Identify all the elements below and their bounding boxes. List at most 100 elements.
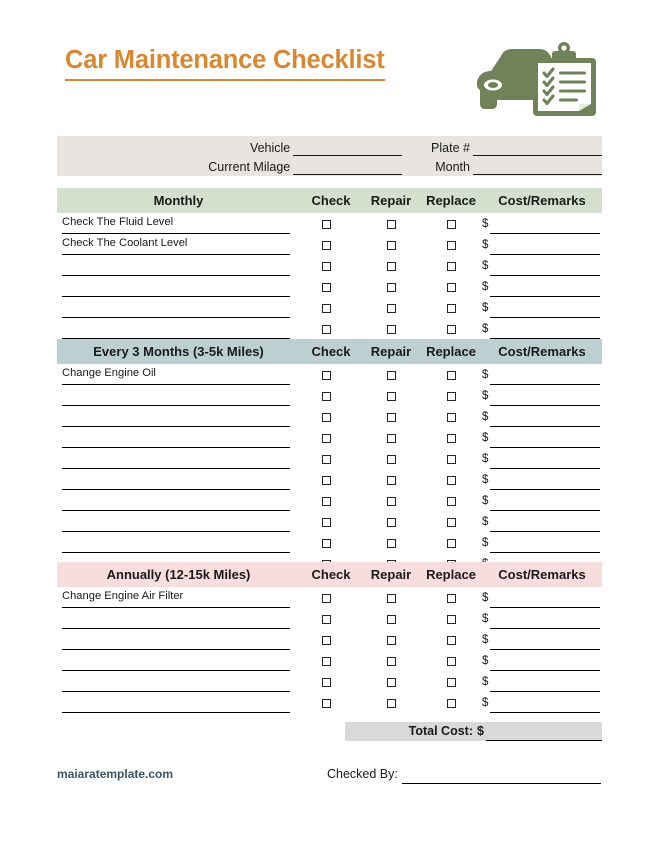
- task-input[interactable]: [62, 256, 290, 276]
- checkbox-repair[interactable]: [386, 657, 396, 666]
- checkbox-replace[interactable]: [446, 594, 456, 603]
- repair-checkbox-cell[interactable]: [362, 320, 420, 339]
- replace-checkbox-cell[interactable]: [420, 366, 482, 385]
- checkbox-replace[interactable]: [446, 241, 456, 250]
- checkbox-replace[interactable]: [446, 413, 456, 422]
- task-input[interactable]: [62, 428, 290, 448]
- checkbox-replace[interactable]: [446, 262, 456, 271]
- cost-input[interactable]: [490, 257, 600, 276]
- checkbox-check[interactable]: [321, 262, 331, 271]
- check-checkbox-cell[interactable]: [290, 278, 362, 297]
- checkbox-check[interactable]: [321, 392, 331, 401]
- check-checkbox-cell[interactable]: [290, 694, 362, 713]
- check-checkbox-cell[interactable]: [290, 215, 362, 234]
- replace-checkbox-cell[interactable]: [420, 534, 482, 553]
- total-cost-input[interactable]: [485, 722, 602, 741]
- checkbox-repair[interactable]: [386, 220, 396, 229]
- replace-checkbox-cell[interactable]: [420, 429, 482, 448]
- replace-checkbox-cell[interactable]: [420, 236, 482, 255]
- task-input[interactable]: [62, 386, 290, 406]
- checkbox-check[interactable]: [321, 699, 331, 708]
- cost-input[interactable]: [490, 387, 600, 406]
- checkbox-check[interactable]: [321, 413, 331, 422]
- task-input[interactable]: [62, 672, 290, 692]
- checkbox-replace[interactable]: [446, 476, 456, 485]
- repair-checkbox-cell[interactable]: [362, 299, 420, 318]
- replace-checkbox-cell[interactable]: [420, 652, 482, 671]
- check-checkbox-cell[interactable]: [290, 589, 362, 608]
- replace-checkbox-cell[interactable]: [420, 471, 482, 490]
- repair-checkbox-cell[interactable]: [362, 215, 420, 234]
- cost-input[interactable]: [490, 631, 600, 650]
- plate-input[interactable]: [472, 140, 602, 156]
- checkbox-repair[interactable]: [386, 283, 396, 292]
- checkbox-repair[interactable]: [386, 518, 396, 527]
- repair-checkbox-cell[interactable]: [362, 429, 420, 448]
- checkbox-repair[interactable]: [386, 371, 396, 380]
- check-checkbox-cell[interactable]: [290, 257, 362, 276]
- checkbox-repair[interactable]: [386, 434, 396, 443]
- repair-checkbox-cell[interactable]: [362, 673, 420, 692]
- repair-checkbox-cell[interactable]: [362, 408, 420, 427]
- checkbox-check[interactable]: [321, 434, 331, 443]
- check-checkbox-cell[interactable]: [290, 652, 362, 671]
- cost-input[interactable]: [490, 215, 600, 234]
- repair-checkbox-cell[interactable]: [362, 534, 420, 553]
- checkbox-replace[interactable]: [446, 539, 456, 548]
- checkbox-check[interactable]: [321, 615, 331, 624]
- check-checkbox-cell[interactable]: [290, 513, 362, 532]
- cost-input[interactable]: [490, 610, 600, 629]
- check-checkbox-cell[interactable]: [290, 673, 362, 692]
- checkbox-repair[interactable]: [386, 304, 396, 313]
- repair-checkbox-cell[interactable]: [362, 236, 420, 255]
- checkbox-repair[interactable]: [386, 678, 396, 687]
- repair-checkbox-cell[interactable]: [362, 589, 420, 608]
- checkbox-repair[interactable]: [386, 241, 396, 250]
- repair-checkbox-cell[interactable]: [362, 694, 420, 713]
- checkbox-repair[interactable]: [386, 455, 396, 464]
- checkbox-check[interactable]: [321, 497, 331, 506]
- repair-checkbox-cell[interactable]: [362, 631, 420, 650]
- task-input[interactable]: Change Engine Air Filter: [62, 588, 290, 608]
- repair-checkbox-cell[interactable]: [362, 366, 420, 385]
- cost-input[interactable]: [490, 694, 600, 713]
- cost-input[interactable]: [490, 450, 600, 469]
- check-checkbox-cell[interactable]: [290, 492, 362, 511]
- task-input[interactable]: [62, 298, 290, 318]
- milage-input[interactable]: [293, 159, 403, 175]
- checkbox-replace[interactable]: [446, 636, 456, 645]
- replace-checkbox-cell[interactable]: [420, 320, 482, 339]
- cost-input[interactable]: [490, 673, 600, 692]
- replace-checkbox-cell[interactable]: [420, 631, 482, 650]
- cost-input[interactable]: [490, 236, 600, 255]
- check-checkbox-cell[interactable]: [290, 387, 362, 406]
- checkbox-repair[interactable]: [386, 413, 396, 422]
- checkbox-replace[interactable]: [446, 283, 456, 292]
- cost-input[interactable]: [490, 366, 600, 385]
- task-input[interactable]: [62, 319, 290, 339]
- checkbox-replace[interactable]: [446, 304, 456, 313]
- checkbox-check[interactable]: [321, 241, 331, 250]
- checkbox-repair[interactable]: [386, 497, 396, 506]
- task-input[interactable]: Check The Fluid Level: [62, 214, 290, 234]
- repair-checkbox-cell[interactable]: [362, 513, 420, 532]
- check-checkbox-cell[interactable]: [290, 408, 362, 427]
- task-input[interactable]: [62, 630, 290, 650]
- check-checkbox-cell[interactable]: [290, 610, 362, 629]
- checkbox-repair[interactable]: [386, 539, 396, 548]
- task-input[interactable]: [62, 651, 290, 671]
- repair-checkbox-cell[interactable]: [362, 492, 420, 511]
- check-checkbox-cell[interactable]: [290, 631, 362, 650]
- task-input[interactable]: [62, 512, 290, 532]
- cost-input[interactable]: [490, 299, 600, 318]
- repair-checkbox-cell[interactable]: [362, 652, 420, 671]
- checkbox-repair[interactable]: [386, 476, 396, 485]
- check-checkbox-cell[interactable]: [290, 534, 362, 553]
- replace-checkbox-cell[interactable]: [420, 299, 482, 318]
- cost-input[interactable]: [490, 320, 600, 339]
- replace-checkbox-cell[interactable]: [420, 387, 482, 406]
- task-input[interactable]: [62, 407, 290, 427]
- checkbox-replace[interactable]: [446, 699, 456, 708]
- checkbox-check[interactable]: [321, 304, 331, 313]
- replace-checkbox-cell[interactable]: [420, 257, 482, 276]
